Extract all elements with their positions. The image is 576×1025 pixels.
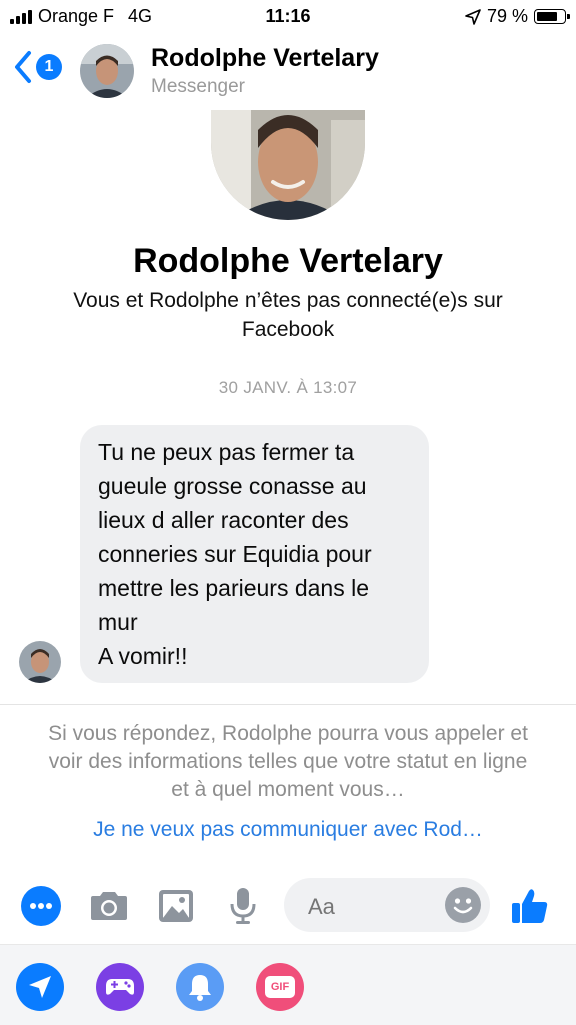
more-icon <box>30 903 52 909</box>
message-request-notice: Si vous répondez, Rodolphe pourra vous a… <box>48 722 528 801</box>
emoji-button[interactable] <box>445 887 481 923</box>
message-input-field[interactable] <box>306 893 430 921</box>
profile-name: Rodolphe Vertelary <box>133 242 443 280</box>
contact-name[interactable]: Rodolphe Vertelary <box>151 44 379 73</box>
gif-icon: GIF <box>265 976 295 998</box>
unread-badge: 1 <box>36 54 62 80</box>
ignore-contact-link[interactable]: Je ne veux pas communiquer avec Rod… <box>0 818 576 842</box>
microphone-button[interactable] <box>223 886 263 926</box>
more-button[interactable] <box>21 886 61 926</box>
gallery-button[interactable] <box>156 886 196 926</box>
status-right: 79 % <box>465 6 570 27</box>
extensions-tray: GIF <box>0 944 576 1025</box>
thumbs-up-icon <box>512 889 548 923</box>
battery-icon <box>534 9 570 24</box>
chevron-left-icon <box>15 51 31 83</box>
profile-photo[interactable] <box>211 110 365 220</box>
bell-icon <box>189 975 211 1001</box>
message-timestamp: 30 JANV. À 13:07 <box>218 378 358 397</box>
message-text: Tu ne peux pas fermer ta gueule grosse c… <box>98 439 372 669</box>
gif-button[interactable]: GIF <box>256 963 304 1011</box>
battery-percent: 79 % <box>486 6 528 26</box>
divider <box>0 704 576 705</box>
location-icon <box>29 976 51 998</box>
game-controller-icon <box>106 979 134 995</box>
connection-note: Vous et Rodolphe n’êtes pas connecté(e)s… <box>73 289 503 341</box>
emoji-icon <box>453 898 473 914</box>
reminders-button[interactable] <box>176 963 224 1011</box>
gif-label: GIF <box>270 981 290 993</box>
like-button[interactable] <box>510 886 550 926</box>
camera-button[interactable] <box>89 886 129 926</box>
back-button[interactable]: 1 <box>12 50 62 84</box>
sender-avatar[interactable] <box>19 641 61 683</box>
camera-icon <box>91 892 127 920</box>
conversation-header: 1 Rodolphe Vertelary Messenger <box>0 34 576 110</box>
status-bar: Orange F 4G 11:16 79 % <box>0 0 576 34</box>
games-button[interactable] <box>96 963 144 1011</box>
message-input[interactable] <box>284 878 490 932</box>
gallery-icon <box>159 890 193 922</box>
message-bubble[interactable]: Tu ne peux pas fermer ta gueule grosse c… <box>80 425 429 683</box>
contact-subtitle: Messenger <box>151 76 245 97</box>
location-button[interactable] <box>16 963 64 1011</box>
contact-avatar[interactable] <box>80 44 134 98</box>
composer-bar <box>0 874 576 938</box>
microphone-icon <box>230 888 256 924</box>
location-arrow-icon <box>465 8 481 25</box>
